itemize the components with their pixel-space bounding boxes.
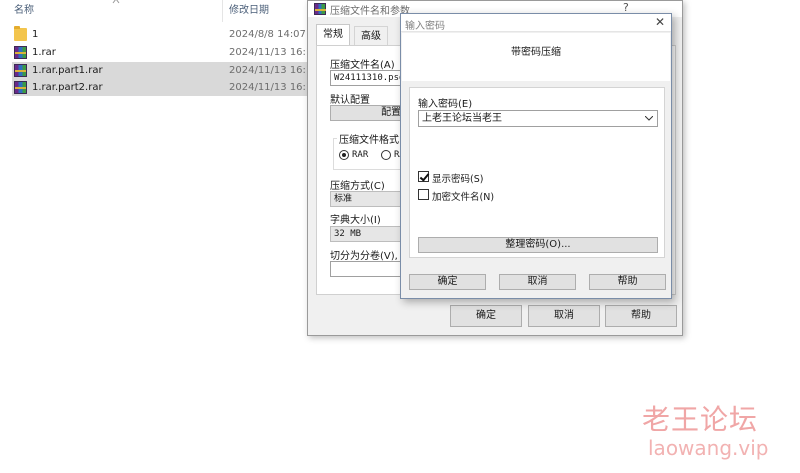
password-label: 输入密码(E) [418, 99, 473, 110]
file-row-part1[interactable]: 1.rar.part1.rar 2024/11/13 16:1 [12, 62, 310, 79]
format-rar-radio[interactable] [339, 150, 349, 160]
dialog-title: 压缩文件名和参数 [330, 6, 410, 17]
password-help-button[interactable]: 帮助 [589, 274, 666, 290]
column-divider[interactable] [222, 0, 223, 22]
format-rar-label: RAR [352, 150, 369, 160]
close-icon[interactable]: ✕ [655, 15, 665, 29]
encrypt-filenames-checkbox[interactable] [418, 189, 429, 200]
tab-advanced[interactable]: 高级 [354, 26, 388, 46]
rar-archive-icon [14, 64, 27, 77]
split-volumes-input[interactable] [330, 261, 410, 277]
help-button[interactable]: 帮助 [605, 305, 677, 327]
password-cancel-button[interactable]: 取消 [499, 274, 576, 290]
method-label: 压缩方式(C) [330, 181, 385, 192]
organize-passwords-button[interactable]: 整理密码(O)... [418, 237, 658, 253]
password-dialog-titlebar[interactable]: 输入密码 ✕ [401, 14, 671, 32]
password-dialog-title: 输入密码 [405, 21, 445, 32]
archive-name-label: 压缩文件名(A) [330, 60, 395, 71]
chevron-down-icon[interactable] [645, 116, 653, 121]
password-ok-button[interactable]: 确定 [409, 274, 486, 290]
file-name: 1.rar [32, 47, 56, 58]
watermark-url: laowang.vip [648, 436, 769, 460]
sort-ascending-icon [112, 0, 120, 4]
dictionary-select[interactable]: 32 MB [330, 226, 410, 242]
rar-archive-icon [14, 81, 27, 94]
split-volumes-label: 切分为分卷(V), [330, 251, 398, 262]
watermark-text: 老王论坛 [642, 403, 759, 436]
file-name: 1.rar.part2.rar [32, 82, 103, 93]
enter-password-dialog: 输入密码 ✕ 带密码压缩 输入密码(E) 上老王论坛当老王 显示密码(S) 加密… [400, 13, 672, 299]
column-header-name[interactable]: 名称 [14, 0, 34, 22]
file-row-folder-1[interactable]: 1 2024/8/8 14:07 [12, 26, 310, 43]
file-name: 1 [32, 29, 39, 40]
column-header-date[interactable]: 修改日期 [229, 0, 269, 22]
method-select[interactable]: 标准 [330, 191, 410, 207]
cancel-button[interactable]: 取消 [528, 305, 600, 327]
encrypt-filenames-label: 加密文件名(N) [432, 192, 495, 203]
file-name: 1.rar.part1.rar [32, 65, 103, 76]
file-date: 2024/11/13 16:1 [229, 47, 310, 58]
file-date: 2024/11/13 16:1 [229, 82, 310, 93]
password-panel: 输入密码(E) 上老王论坛当老王 显示密码(S) 加密文件名(N) 整理密码(O… [409, 87, 665, 258]
show-password-label: 显示密码(S) [432, 174, 484, 185]
file-row-rar[interactable]: 1.rar 2024/11/13 16:1 [12, 44, 310, 61]
format-zip-radio[interactable] [381, 150, 391, 160]
password-input[interactable]: 上老王论坛当老王 [418, 110, 658, 127]
password-value: 上老王论坛当老王 [422, 113, 502, 124]
winrar-app-icon [314, 3, 326, 15]
tab-general[interactable]: 常规 [316, 24, 350, 46]
format-group-label: 压缩文件格式 [337, 131, 401, 146]
file-date: 2024/8/8 14:07 [229, 29, 306, 40]
rar-archive-icon [14, 46, 27, 59]
password-dialog-heading: 带密码压缩 [511, 47, 561, 58]
file-explorer: 名称 修改日期 1 2024/8/8 14:07 1.rar 2024/11/1… [0, 0, 310, 473]
file-row-part2[interactable]: 1.rar.part2.rar 2024/11/13 16:1 [12, 79, 310, 96]
show-password-checkbox[interactable] [418, 171, 429, 182]
profiles-button[interactable]: 配置( [330, 105, 410, 121]
archive-name-input[interactable]: W24111310.psd [330, 70, 410, 86]
password-dialog-header: 带密码压缩 [402, 33, 670, 81]
folder-icon [14, 26, 27, 41]
default-profile-label: 默认配置 [330, 95, 370, 106]
ok-button[interactable]: 确定 [450, 305, 522, 327]
file-date: 2024/11/13 16:1 [229, 65, 310, 76]
dictionary-label: 字典大小(I) [330, 215, 381, 226]
